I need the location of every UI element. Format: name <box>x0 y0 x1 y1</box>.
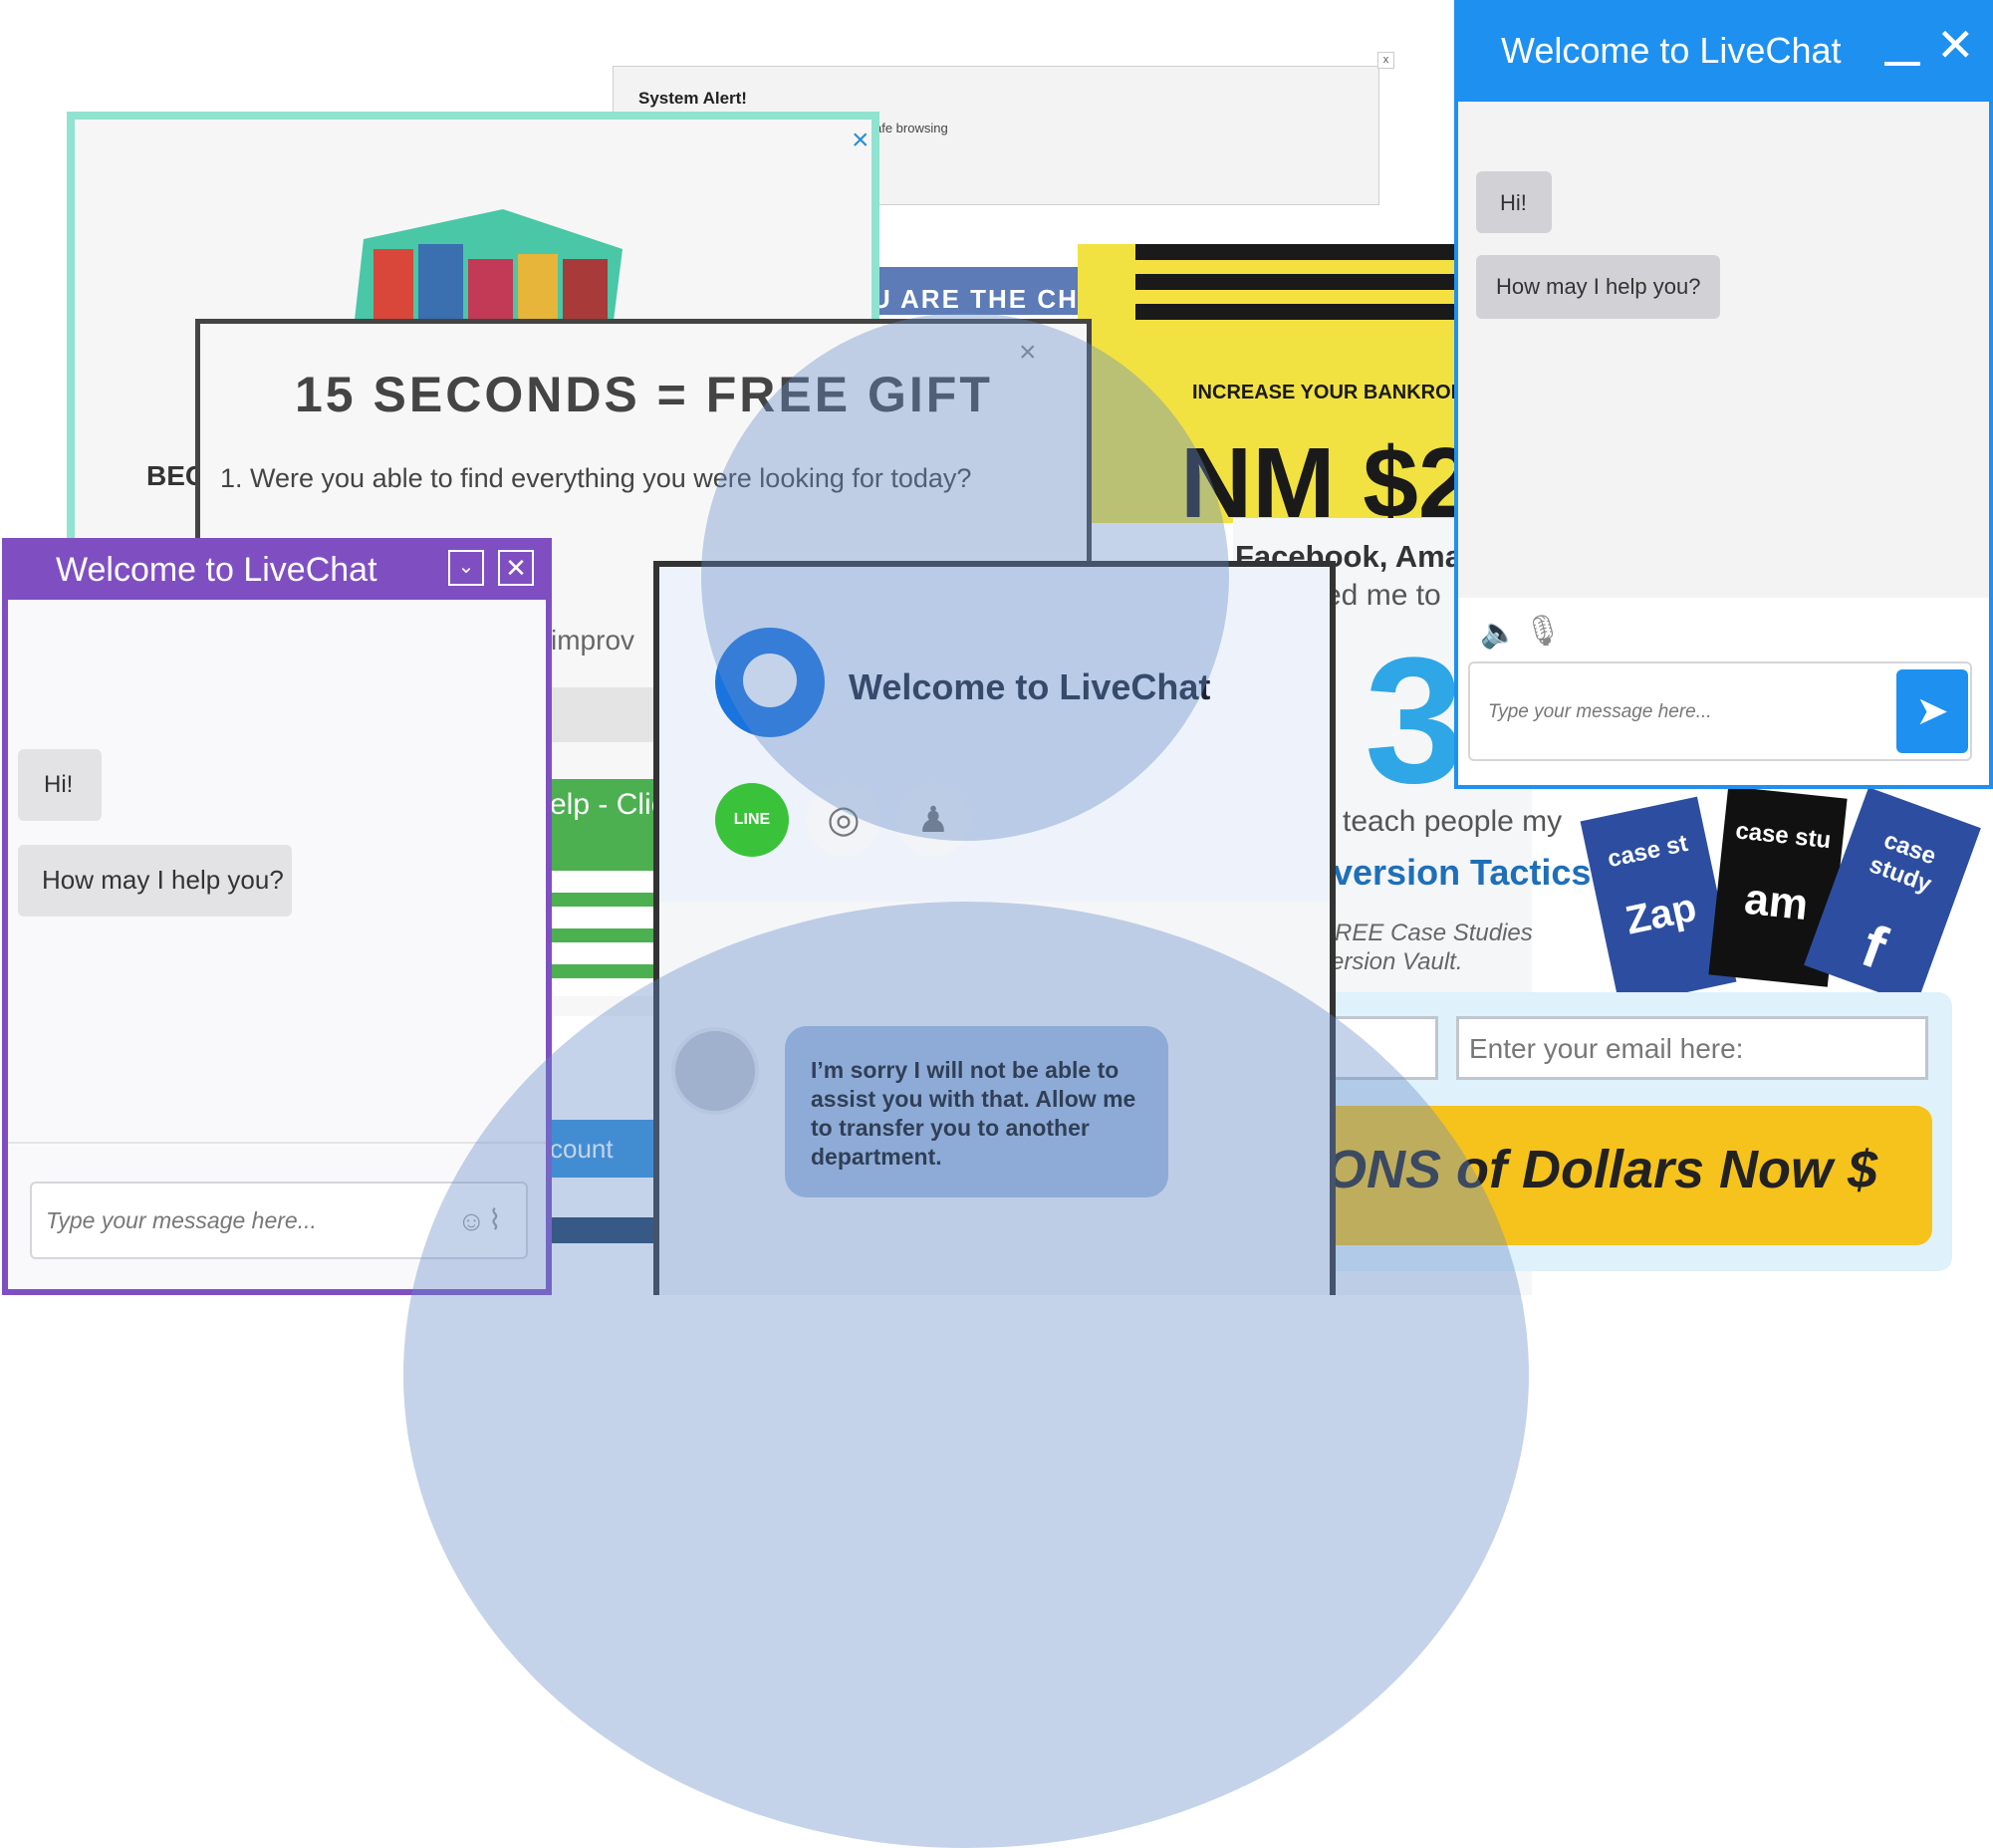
purple-livechat-title: Welcome to LiveChat <box>56 551 377 589</box>
snapchat-icon[interactable]: ♟ <box>896 783 970 857</box>
center-livechat-title: Welcome to LiveChat <box>849 666 1211 707</box>
close-icon[interactable]: × <box>852 126 870 155</box>
close-icon[interactable]: × <box>1019 336 1037 370</box>
speaker-icon[interactable]: 🔈 <box>1480 616 1517 651</box>
case-study-brand: am <box>1742 874 1811 930</box>
bankroll-ad-text: INCREASE YOUR BANKROLL <box>1192 382 1476 403</box>
emoji-icon[interactable]: ☺ <box>457 1205 486 1237</box>
attachment-icon[interactable]: ⌇ <box>488 1203 502 1236</box>
chat-message: How may I help you? <box>18 845 292 917</box>
chat-message: I’m sorry I will not be able to assist y… <box>785 1026 1168 1197</box>
footer-bar <box>550 1217 659 1243</box>
conversion-ad-vault: ersion Vault. <box>1331 948 1463 975</box>
chat-message: Hi! <box>1476 171 1552 233</box>
close-icon[interactable]: ✕ <box>1936 22 1975 68</box>
conversion-ad-subline: ed me to <box>1325 579 1441 612</box>
send-button[interactable]: ➤ <box>1896 669 1968 753</box>
case-study-label: case st <box>1605 829 1690 874</box>
bankroll-ad-stripes <box>1135 244 1464 334</box>
help-button-label: elp - Clic <box>550 788 666 821</box>
message-input-placeholder: Type your message here... <box>1488 701 1712 722</box>
minimize-button[interactable]: ⌄ <box>448 550 484 586</box>
chat-message: How may I help you? <box>1476 255 1720 319</box>
conversion-ad-free-cases: REE Case Studies <box>1335 920 1533 946</box>
close-button[interactable]: ✕ <box>498 550 534 586</box>
account-button-label: count <box>550 1134 614 1164</box>
case-study-brand: f <box>1853 912 1895 982</box>
divider <box>8 1142 546 1144</box>
cta-button-label: ONS of Dollars Now $ <box>1325 1140 1878 1199</box>
blue-livechat-title: Welcome to LiveChat <box>1501 30 1842 71</box>
microphone-icon[interactable]: 🎙 <box>1524 614 1562 649</box>
chat-message: Hi! <box>18 749 102 821</box>
system-alert-title: System Alert! <box>638 89 747 108</box>
email-field[interactable]: Enter your email here: <box>1456 1016 1928 1080</box>
snack-box-image <box>354 209 623 329</box>
case-study-brand: Zap <box>1621 885 1701 943</box>
progress-stripes <box>550 857 659 996</box>
conversion-ad-tactics: version Tactics. <box>1333 852 1602 893</box>
system-alert-close-button[interactable]: x <box>1377 52 1394 69</box>
conversion-ad-digit: 3 <box>1365 621 1465 821</box>
gift-title: 15 SECONDS = FREE GIFT <box>295 367 993 422</box>
case-study-label: case study <box>1866 826 1940 899</box>
avatar <box>671 1027 759 1115</box>
minimize-button[interactable] <box>1884 62 1920 66</box>
conversion-ad-teach: teach people my <box>1343 805 1563 838</box>
instagram-icon[interactable]: ◎ <box>807 783 880 857</box>
message-input-placeholder: Type your message here... <box>46 1207 317 1233</box>
survey-input[interactable] <box>550 687 669 742</box>
survey-question: 1. Were you able to find everything you … <box>220 463 972 493</box>
system-alert-body: afe browsing <box>874 121 948 135</box>
line-icon[interactable]: LINE <box>715 783 789 857</box>
ad-banner-text: U ARE THE CHO <box>872 284 1102 314</box>
survey-text: improv <box>551 625 635 656</box>
livechat-logo-inner <box>743 654 797 707</box>
case-study-label: case stu <box>1734 817 1833 855</box>
